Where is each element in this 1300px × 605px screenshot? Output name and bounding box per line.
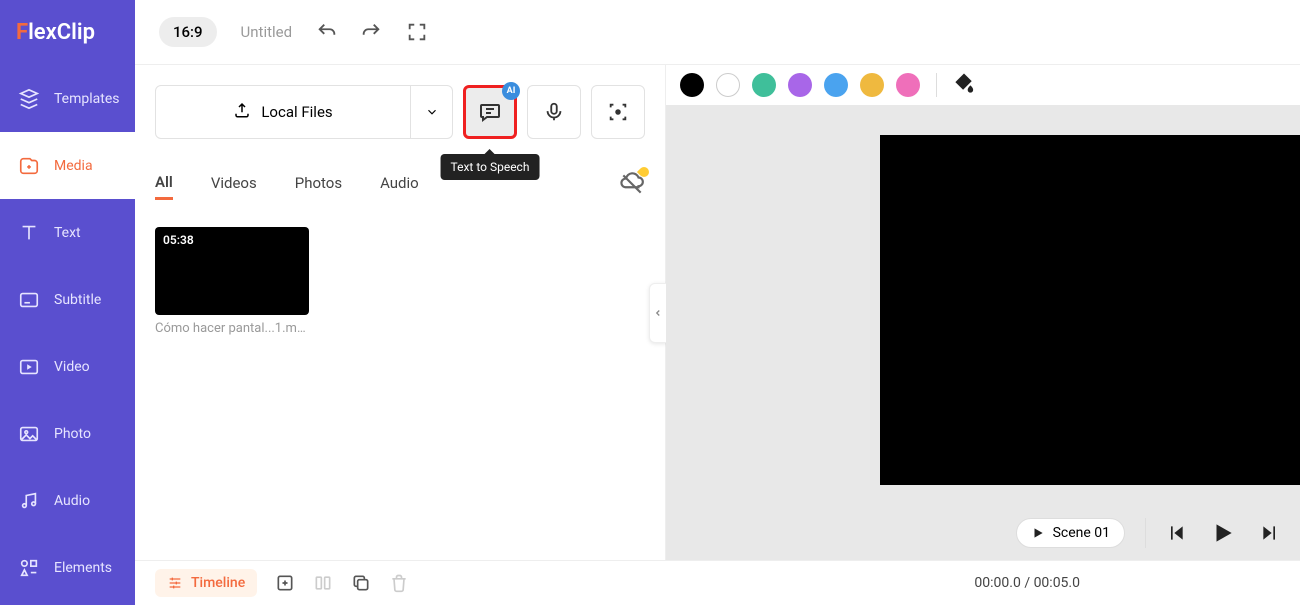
templates-icon <box>18 88 40 110</box>
brand-lead: F <box>16 20 28 45</box>
sidebar-item-photo[interactable]: Photo <box>0 400 135 467</box>
scene-selector[interactable]: Scene 01 <box>1016 518 1125 548</box>
sidebar-label: Media <box>54 158 93 174</box>
preview-column: Scene 01 <box>665 65 1300 560</box>
sidebar-item-media[interactable]: Media <box>0 132 135 199</box>
record-screen-button[interactable] <box>591 85 645 139</box>
sidebar: FlexClip Templates Media Text Subtitle V… <box>0 0 135 605</box>
sidebar-item-video[interactable]: Video <box>0 333 135 400</box>
color-swatch-teal[interactable] <box>752 73 776 97</box>
project-title[interactable]: Untitled <box>241 23 293 41</box>
color-swatch-black[interactable] <box>680 73 704 97</box>
color-swatch-pink[interactable] <box>896 73 920 97</box>
local-files-label: Local Files <box>261 103 332 121</box>
sidebar-label: Photo <box>54 426 91 442</box>
fill-bucket-icon[interactable] <box>953 72 975 98</box>
main: 16:9 Untitled Local Files <box>135 0 1300 605</box>
media-thumbnail[interactable]: 05:38 <box>155 227 309 315</box>
microphone-icon <box>543 101 565 123</box>
color-swatch-blue[interactable] <box>824 73 848 97</box>
chat-bubble-icon <box>478 100 502 124</box>
add-scene-button[interactable] <box>275 573 295 593</box>
fullscreen-icon[interactable] <box>406 21 428 43</box>
upload-row: Local Files AI Text to Speech <box>155 85 645 139</box>
chevron-left-icon <box>653 308 663 318</box>
play-button[interactable] <box>1210 520 1236 546</box>
panel-collapse-handle[interactable] <box>649 283 667 343</box>
workspace: Local Files AI Text to Speech Al <box>135 65 1300 560</box>
prev-button[interactable] <box>1166 523 1186 543</box>
color-swatch-yellow[interactable] <box>860 73 884 97</box>
sidebar-label: Subtitle <box>54 292 101 308</box>
brand-rest: lexClip <box>28 20 95 45</box>
bottombar: Timeline 00:00.0 / 00:05.0 <box>135 560 1300 605</box>
media-item[interactable]: 05:38 Cómo hacer pantal...1.mp4 <box>155 227 309 336</box>
video-icon <box>18 356 40 378</box>
color-swatch-row <box>666 65 1300 105</box>
record-voice-button[interactable] <box>527 85 581 139</box>
color-swatch-white[interactable] <box>716 73 740 97</box>
timeline-toggle[interactable]: Timeline <box>155 569 257 597</box>
sidebar-item-audio[interactable]: Audio <box>0 467 135 534</box>
scene-label: Scene 01 <box>1053 525 1110 541</box>
media-duration: 05:38 <box>163 233 194 247</box>
sidebar-item-text[interactable]: Text <box>0 199 135 266</box>
duplicate-button[interactable] <box>351 573 371 593</box>
sidebar-label: Templates <box>54 91 120 107</box>
tab-videos[interactable]: Videos <box>211 174 257 198</box>
media-icon <box>18 155 40 177</box>
cloud-sync-icon[interactable] <box>619 171 645 201</box>
elements-icon <box>18 557 40 579</box>
ai-badge: AI <box>502 82 520 100</box>
upload-icon <box>233 101 251 123</box>
sidebar-item-templates[interactable]: Templates <box>0 65 135 132</box>
sidebar-label: Audio <box>54 493 90 509</box>
playback-row: Scene 01 <box>1016 518 1280 548</box>
sidebar-label: Video <box>54 359 90 375</box>
sidebar-label: Text <box>54 225 81 241</box>
aspect-ratio-selector[interactable]: 16:9 <box>159 17 217 47</box>
media-panel: Local Files AI Text to Speech Al <box>135 65 665 560</box>
sidebar-item-subtitle[interactable]: Subtitle <box>0 266 135 333</box>
split-button[interactable] <box>313 573 333 593</box>
play-small-icon <box>1031 526 1045 540</box>
timeline-icon <box>167 575 183 591</box>
sidebar-item-elements[interactable]: Elements <box>0 534 135 601</box>
divider <box>936 73 937 97</box>
play-controls <box>1166 520 1280 546</box>
chevron-down-icon <box>425 105 439 119</box>
subtitle-icon <box>18 289 40 311</box>
timeline-label: Timeline <box>191 575 245 591</box>
local-files-button[interactable]: Local Files <box>155 85 411 139</box>
text-icon <box>18 222 40 244</box>
timecode: 00:00.0 / 00:05.0 <box>974 575 1080 591</box>
text-to-speech-button[interactable]: AI Text to Speech <box>463 85 517 139</box>
canvas-area[interactable]: Scene 01 <box>666 105 1300 560</box>
next-button[interactable] <box>1260 523 1280 543</box>
canvas[interactable] <box>880 135 1300 485</box>
redo-icon[interactable] <box>360 21 382 43</box>
tab-audio[interactable]: Audio <box>380 174 419 198</box>
divider <box>1145 518 1146 548</box>
brand-logo: FlexClip <box>0 0 135 65</box>
topbar: 16:9 Untitled <box>135 0 1300 65</box>
tab-photos[interactable]: Photos <box>295 174 342 198</box>
color-swatch-purple[interactable] <box>788 73 812 97</box>
media-grid: 05:38 Cómo hacer pantal...1.mp4 <box>155 227 645 336</box>
photo-icon <box>18 423 40 445</box>
audio-icon <box>18 490 40 512</box>
delete-button[interactable] <box>389 573 409 593</box>
sidebar-label: Elements <box>54 560 112 576</box>
undo-icon[interactable] <box>316 21 338 43</box>
media-filename: Cómo hacer pantal...1.mp4 <box>155 321 309 336</box>
tab-all[interactable]: All <box>155 173 173 200</box>
tts-tooltip: Text to Speech <box>441 154 540 180</box>
screen-record-icon <box>607 101 629 123</box>
upload-dropdown-button[interactable] <box>411 85 453 139</box>
media-tabs: All Videos Photos Audio <box>155 171 645 201</box>
